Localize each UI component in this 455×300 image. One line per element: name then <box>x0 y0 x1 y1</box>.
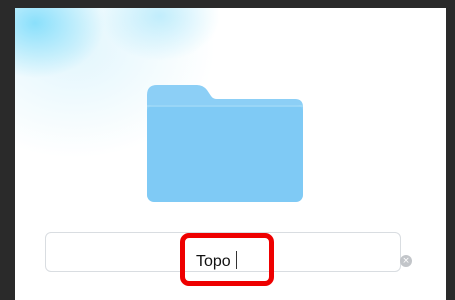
clear-icon[interactable]: × <box>400 255 412 267</box>
text-caret <box>235 251 237 269</box>
folder-name-text: Topo <box>196 253 231 270</box>
folder-name-value[interactable]: Topo <box>196 251 237 272</box>
folder-icon <box>147 85 303 202</box>
